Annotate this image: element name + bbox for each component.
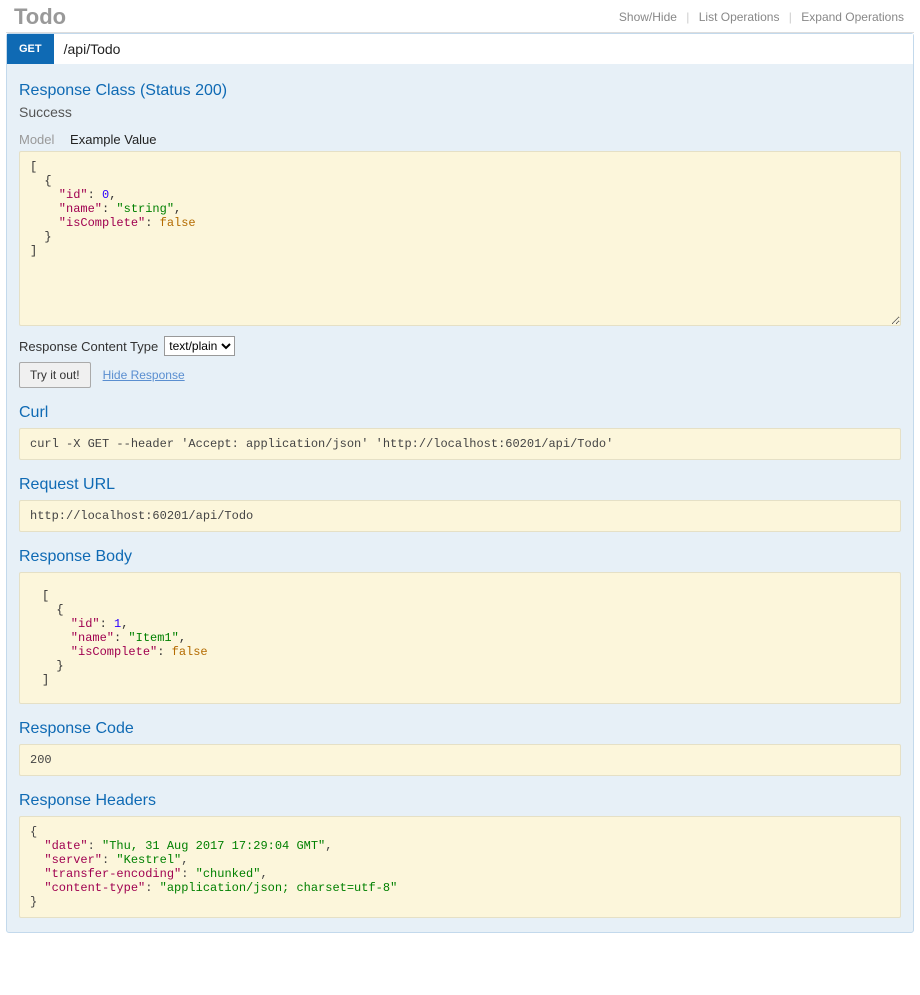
divider: |: [686, 10, 689, 24]
api-title[interactable]: Todo: [14, 4, 66, 30]
schema-tabs: Model Example Value: [19, 132, 901, 147]
hide-response-link[interactable]: Hide Response: [103, 368, 185, 382]
operation-bar[interactable]: GET /api/Todo: [7, 34, 913, 64]
header-operations: Show/Hide | List Operations | Expand Ope…: [613, 10, 910, 24]
expand-operations[interactable]: Expand Operations: [795, 10, 910, 24]
content-type-label: Response Content Type: [19, 339, 158, 354]
response-code-box: 200: [19, 744, 901, 776]
response-body-heading: Response Body: [19, 548, 901, 566]
curl-command: curl -X GET --header 'Accept: applicatio…: [19, 428, 901, 460]
response-code-heading: Response Code: [19, 720, 901, 738]
toggle-showhide[interactable]: Show/Hide: [613, 10, 683, 24]
curl-heading: Curl: [19, 404, 901, 422]
example-value-code[interactable]: [ { "id": 0, "name": "string", "isComple…: [19, 151, 901, 326]
api-header: Todo Show/Hide | List Operations | Expan…: [6, 0, 914, 33]
tab-model[interactable]: Model: [19, 132, 54, 147]
operation-panel: GET /api/Todo Response Class (Status 200…: [6, 33, 914, 933]
http-method-badge: GET: [7, 34, 54, 64]
response-body-code: [ { "id": 1, "name": "Item1", "isComplet…: [19, 572, 901, 704]
try-it-out-button[interactable]: Try it out!: [19, 362, 91, 388]
request-url-box: http://localhost:60201/api/Todo: [19, 500, 901, 532]
operation-path: /api/Todo: [54, 34, 913, 64]
response-class-heading: Response Class (Status 200): [19, 82, 901, 100]
request-url-heading: Request URL: [19, 476, 901, 494]
tab-example-value[interactable]: Example Value: [70, 132, 156, 147]
response-headers-heading: Response Headers: [19, 792, 901, 810]
response-class-subtext: Success: [19, 104, 901, 120]
content-type-select[interactable]: text/plain: [164, 336, 235, 356]
list-operations[interactable]: List Operations: [693, 10, 786, 24]
response-headers-code: { "date": "Thu, 31 Aug 2017 17:29:04 GMT…: [19, 816, 901, 918]
divider: |: [789, 10, 792, 24]
